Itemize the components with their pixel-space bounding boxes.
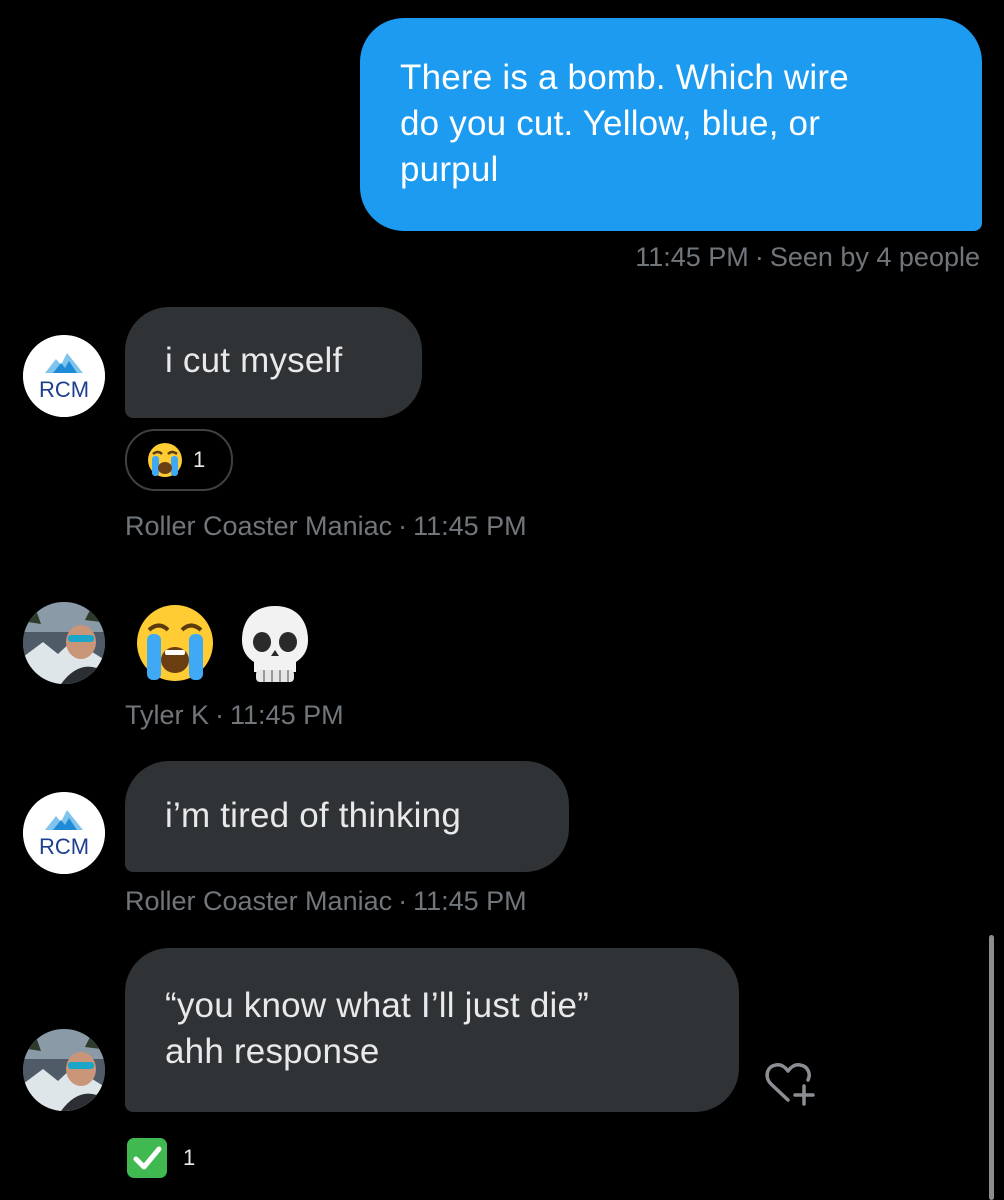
meta-separator: · bbox=[398, 511, 408, 541]
add-reaction-button[interactable] bbox=[762, 1060, 818, 1108]
message-text-line: “you know what I’ll just die” bbox=[165, 986, 590, 1025]
message-time: 11:45 PM bbox=[635, 242, 749, 272]
outgoing-message-bubble[interactable]: There is a bomb. Which wire do you cut. … bbox=[360, 18, 982, 231]
meta-separator: · bbox=[754, 242, 764, 272]
message-time: 11:45 PM bbox=[413, 886, 527, 916]
avatar[interactable]: RCM bbox=[23, 792, 105, 874]
avatar[interactable]: RCM bbox=[23, 335, 105, 417]
message-text-line: do you cut. Yellow, blue, or bbox=[400, 104, 821, 143]
reaction-count: 1 bbox=[193, 447, 206, 472]
avatar[interactable] bbox=[23, 602, 105, 684]
incoming-message-bubble[interactable]: i’m tired of thinking bbox=[125, 761, 569, 872]
svg-text:RCM: RCM bbox=[39, 834, 89, 859]
sender-name: Roller Coaster Maniac bbox=[125, 886, 393, 916]
loudly-crying-face-icon bbox=[137, 605, 213, 681]
message-text-line: ahh response bbox=[165, 1032, 380, 1071]
sender-name: Roller Coaster Maniac bbox=[125, 511, 393, 541]
reaction-display[interactable]: 1 bbox=[125, 1135, 195, 1181]
message-text: i cut myself bbox=[165, 341, 343, 380]
emoji-message[interactable] bbox=[132, 600, 317, 686]
message-text-line: There is a bomb. Which wire bbox=[400, 58, 849, 97]
message-time: 11:45 PM bbox=[413, 511, 527, 541]
message-time: 11:45 PM bbox=[230, 700, 344, 730]
meta-separator: · bbox=[398, 886, 408, 916]
avatar[interactable] bbox=[23, 1029, 105, 1111]
reaction-count: 1 bbox=[183, 1145, 196, 1170]
skull-icon bbox=[242, 606, 308, 682]
heart-plus-icon bbox=[765, 1063, 815, 1106]
incoming-message-bubble[interactable]: i cut myself bbox=[125, 307, 422, 418]
meta-separator: · bbox=[215, 700, 225, 730]
message-text: i’m tired of thinking bbox=[165, 796, 461, 835]
message-meta: Tyler K · 11:45 PM bbox=[125, 700, 344, 731]
check-mark-button-icon bbox=[127, 1138, 167, 1178]
message-meta: 11:45 PM · Seen by 4 people bbox=[635, 242, 980, 273]
seen-status: Seen by 4 people bbox=[769, 242, 980, 272]
message-text-line: purpul bbox=[400, 150, 499, 189]
profile-photo-icon bbox=[23, 602, 105, 684]
message-meta: Roller Coaster Maniac · 11:45 PM bbox=[125, 511, 527, 542]
scrollbar[interactable] bbox=[989, 935, 994, 1200]
message-meta: Roller Coaster Maniac · 11:45 PM bbox=[125, 886, 527, 917]
reaction-pill[interactable]: 1 bbox=[125, 429, 233, 491]
rcm-logo-icon: RCM bbox=[23, 792, 105, 874]
loudly-crying-face-icon bbox=[148, 443, 182, 477]
svg-text:RCM: RCM bbox=[39, 377, 89, 402]
incoming-message-bubble[interactable]: “you know what I’ll just die” ahh respon… bbox=[125, 948, 739, 1112]
sender-name: Tyler K bbox=[125, 700, 210, 730]
profile-photo-icon bbox=[23, 1029, 105, 1111]
rcm-logo-icon: RCM bbox=[23, 335, 105, 417]
